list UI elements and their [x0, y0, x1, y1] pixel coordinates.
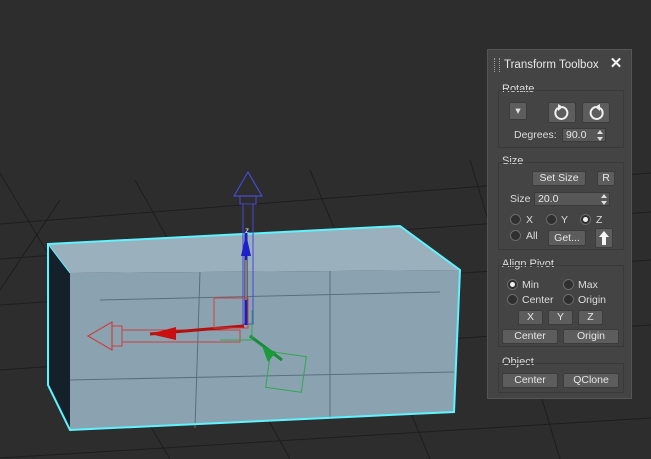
pivot-max-radio[interactable]	[563, 279, 574, 290]
pivot-max-label: Max	[578, 279, 598, 291]
rotate-ccw-button[interactable]	[548, 102, 576, 123]
pivot-origin-button[interactable]: Origin	[563, 329, 619, 344]
spinner-arrows-icon[interactable]	[597, 130, 603, 141]
close-icon[interactable]: ✕	[608, 56, 624, 72]
size-axis-y-radio[interactable]	[546, 214, 557, 225]
pivot-x-button[interactable]: X	[518, 310, 543, 325]
size-axis-all-label: All	[526, 230, 538, 242]
transform-toolbox: Transform Toolbox ✕ Rotate ▾ Degrees: 90…	[487, 49, 632, 399]
size-value: 20.0	[538, 193, 559, 205]
degrees-value: 90.0	[566, 129, 587, 141]
reset-size-button[interactable]: R	[597, 171, 615, 186]
size-axis-x-radio[interactable]	[510, 214, 521, 225]
pivot-min-radio[interactable]	[507, 279, 518, 290]
rotate-ccw-icon	[554, 104, 569, 120]
gizmo-axis-label: z	[245, 226, 249, 235]
pivot-center-label: Center	[522, 294, 554, 306]
size-axis-z-radio[interactable]	[580, 214, 591, 225]
qclone-button[interactable]: QClone	[563, 373, 619, 388]
degrees-label: Degrees:	[514, 129, 557, 141]
set-size-button[interactable]: Set Size	[532, 171, 586, 186]
pivot-center-radio[interactable]	[507, 294, 518, 305]
size-axis-y-label: Y	[561, 214, 569, 226]
rotate-cw-button[interactable]	[582, 102, 610, 123]
spinner-arrows-icon[interactable]	[601, 194, 607, 205]
pivot-min-label: Min	[522, 279, 539, 291]
size-up-button[interactable]	[595, 228, 613, 248]
pivot-y-button[interactable]: Y	[548, 310, 573, 325]
size-label: Size	[510, 193, 531, 205]
pivot-center-button[interactable]: Center	[502, 329, 558, 344]
size-axis-z-label: Z	[596, 214, 603, 226]
pivot-origin-radio[interactable]	[563, 294, 574, 305]
drag-grip-icon[interactable]	[494, 58, 500, 72]
size-axis-x-label: X	[526, 214, 534, 226]
pivot-z-button[interactable]: Z	[578, 310, 603, 325]
get-size-button[interactable]: Get...	[548, 230, 586, 246]
rotate-cw-icon	[589, 104, 604, 120]
pivot-origin-label: Origin	[578, 294, 607, 306]
arrow-up-icon	[599, 231, 609, 245]
rotate-axis-dropdown[interactable]: ▾	[509, 102, 527, 120]
object-center-button[interactable]: Center	[502, 373, 558, 388]
size-spinner[interactable]: 20.0	[534, 192, 610, 206]
toolbox-titlebar[interactable]: Transform Toolbox ✕	[488, 50, 631, 80]
toolbox-title: Transform Toolbox	[504, 59, 599, 71]
size-axis-all-radio[interactable]	[510, 230, 521, 241]
degrees-spinner[interactable]: 90.0	[562, 128, 606, 142]
selected-box[interactable]	[47, 224, 462, 432]
